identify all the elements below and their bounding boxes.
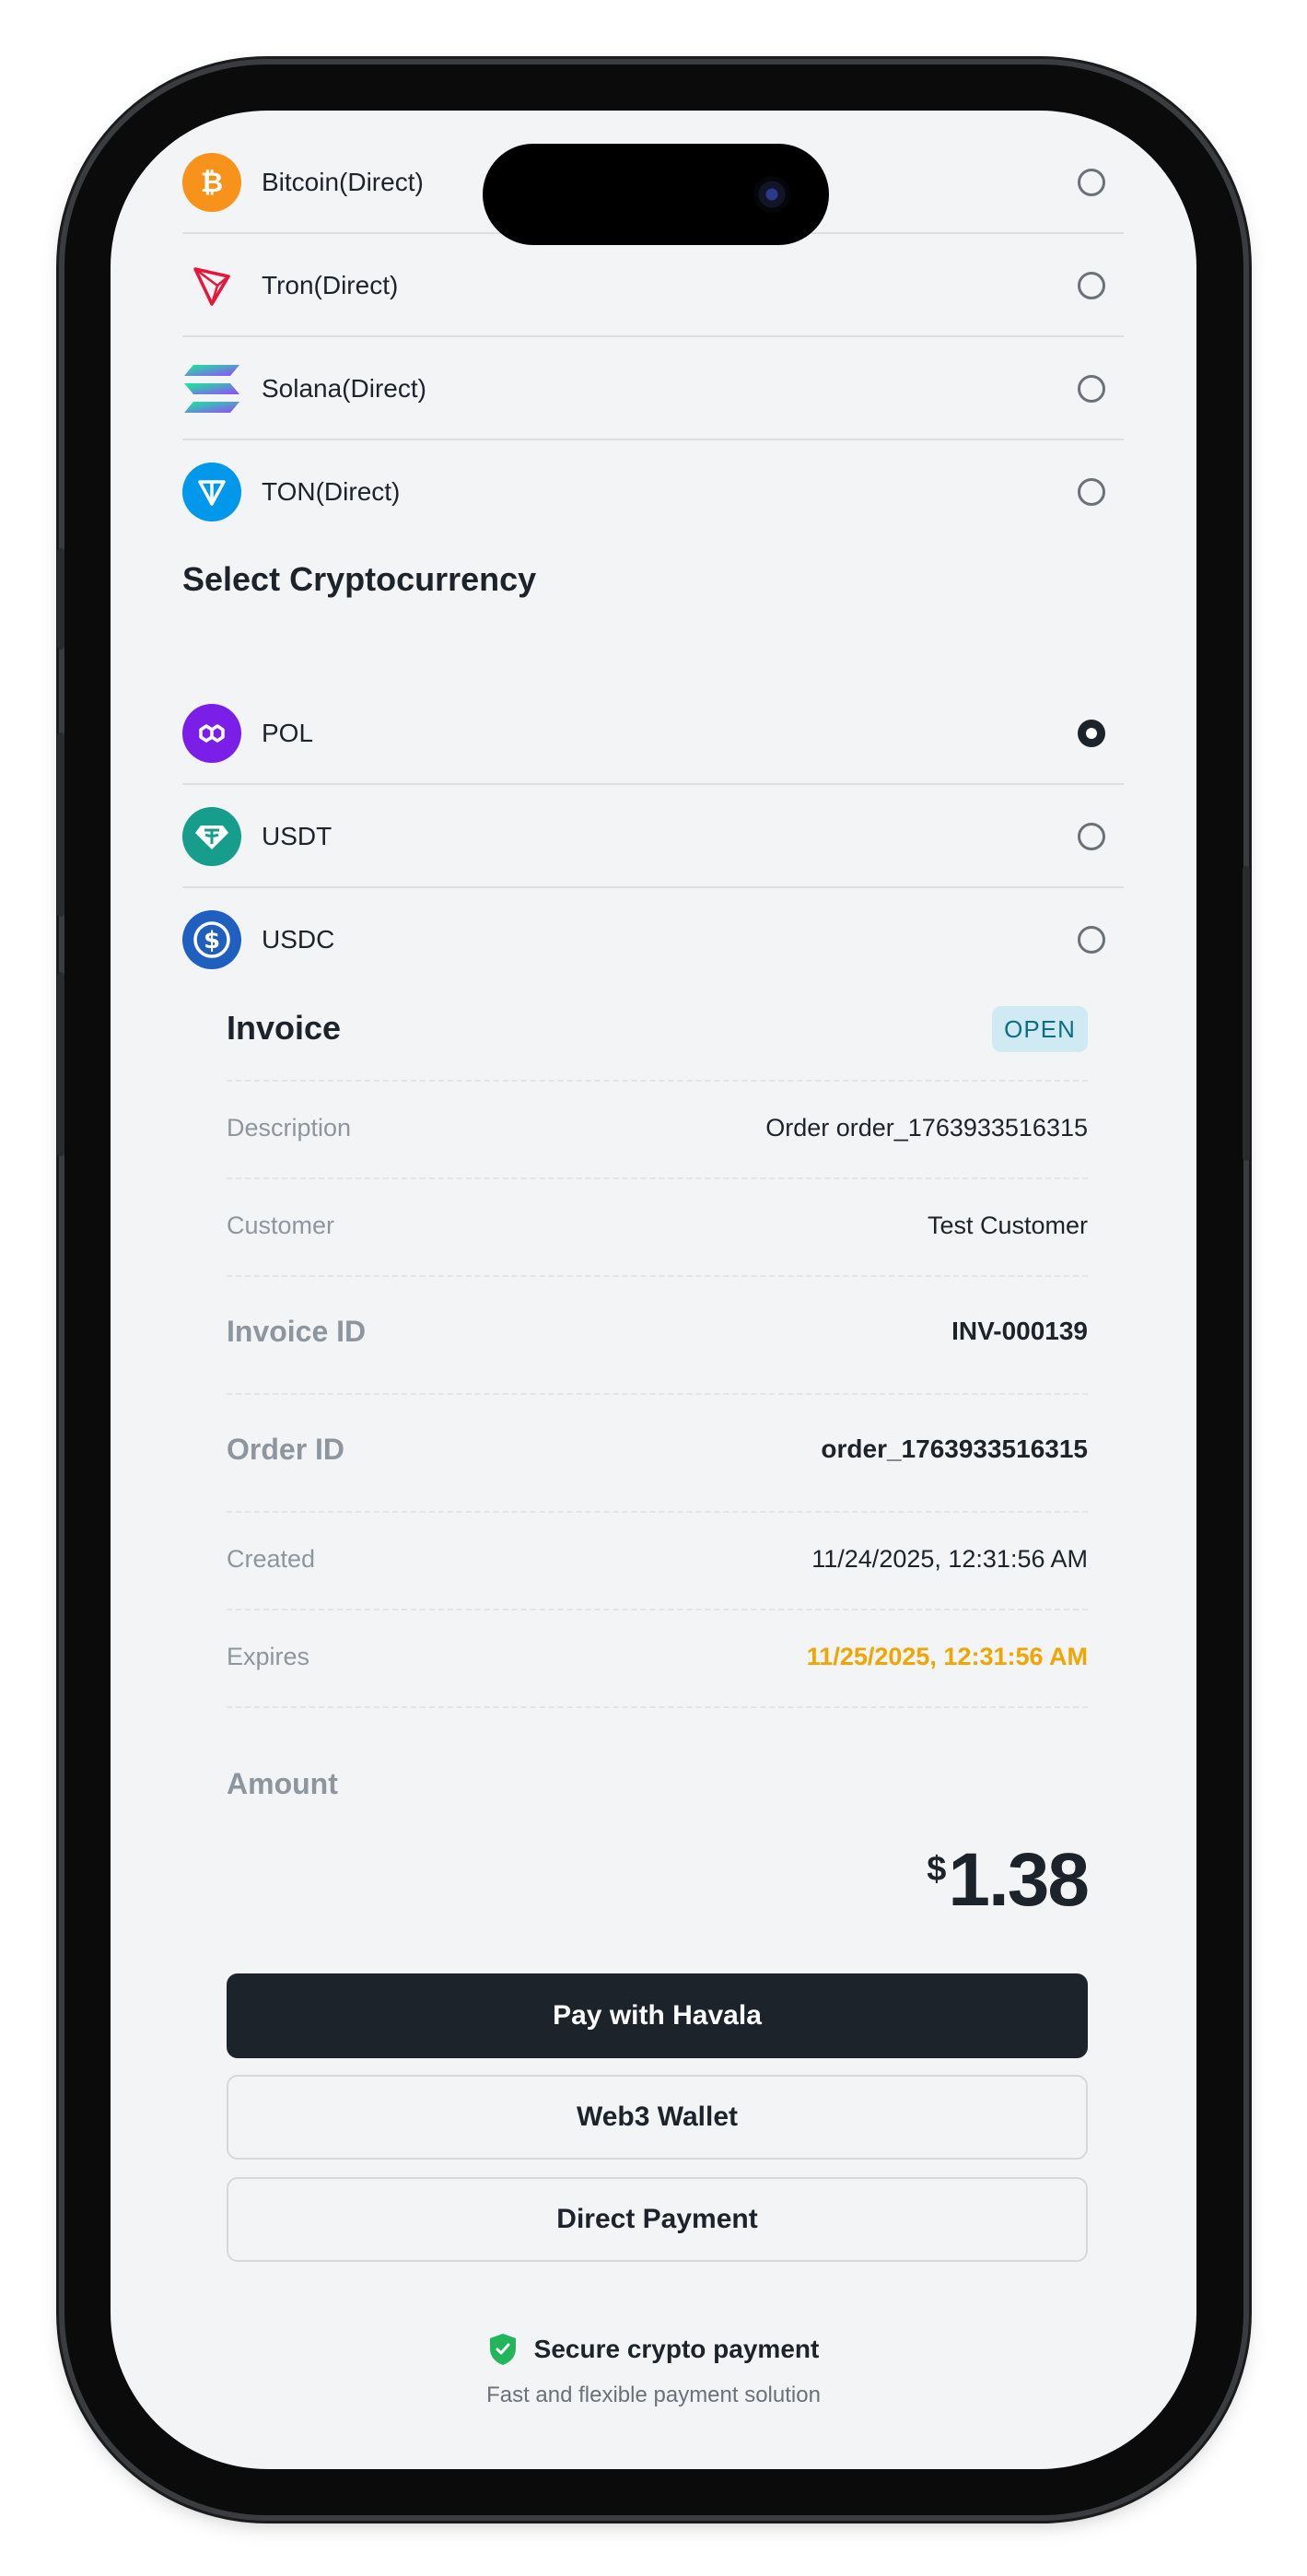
camera-icon <box>753 176 790 213</box>
expires-value: 11/25/2025, 12:31:56 AM <box>806 1642 1088 1670</box>
amount-currency: $ <box>927 1850 947 1889</box>
invoice-created-row: Created 11/24/2025, 12:31:56 AM <box>227 1540 1088 1577</box>
currency-option-pol[interactable]: POL <box>182 682 1124 785</box>
shield-check-icon <box>489 2334 516 2365</box>
tagline: Fast and flexible payment solution <box>486 2383 821 2407</box>
svg-text:₿: ₿ <box>201 167 223 199</box>
expires-label: Expires <box>227 1642 310 1670</box>
created-value: 11/24/2025, 12:31:56 AM <box>811 1544 1088 1573</box>
radio-button[interactable] <box>1078 375 1105 403</box>
divider <box>227 1177 1088 1179</box>
usdc-icon: $ <box>182 910 241 969</box>
currency-label: USDT <box>262 822 333 850</box>
amount-label: Amount <box>227 1767 338 1800</box>
currency-label: USDC <box>262 925 335 954</box>
amount-display: $ 1.38 <box>927 1838 1090 1922</box>
volume-down-button <box>57 972 64 1156</box>
network-option-solana[interactable]: Solana(Direct) <box>182 337 1124 440</box>
ton-icon <box>182 463 241 521</box>
customer-value: Test Customer <box>927 1211 1088 1239</box>
radio-button[interactable] <box>1078 926 1105 954</box>
amount-value: 1.38 <box>948 1838 1090 1922</box>
divider <box>227 1609 1088 1610</box>
radio-button-selected[interactable] <box>1078 720 1105 747</box>
invoice-customer-row: Customer Test Customer <box>227 1207 1088 1244</box>
invoice-id-label: Invoice ID <box>227 1314 367 1348</box>
action-button <box>57 548 64 650</box>
invoice-expires-row: Expires 11/25/2025, 12:31:56 AM <box>227 1638 1088 1675</box>
status-badge: OPEN <box>992 1006 1088 1052</box>
customer-label: Customer <box>227 1211 335 1239</box>
radio-button[interactable] <box>1078 272 1105 299</box>
created-label: Created <box>227 1544 316 1573</box>
svg-text:$: $ <box>204 927 220 954</box>
volume-up-button <box>57 732 64 917</box>
invoice-title: Invoice <box>227 1009 342 1047</box>
secure-text: Secure crypto payment <box>533 2335 820 2363</box>
bitcoin-icon: ₿ <box>182 153 241 212</box>
network-label: Tron(Direct) <box>262 271 399 299</box>
power-button <box>1243 866 1250 1161</box>
divider <box>227 1080 1088 1082</box>
radio-button[interactable] <box>1078 478 1105 506</box>
phone-screen: ₿ Bitcoin(Direct) Tron(Direct) Solana(Di… <box>111 111 1196 2469</box>
radio-button[interactable] <box>1078 169 1105 196</box>
polygon-icon <box>182 704 241 763</box>
tron-icon <box>182 256 241 315</box>
network-option-tron[interactable]: Tron(Direct) <box>182 234 1124 337</box>
currency-option-usdc[interactable]: $ USDC <box>182 888 1124 991</box>
order-id-value: order_1763933516315 <box>821 1434 1088 1463</box>
divider <box>227 1275 1088 1277</box>
tether-icon <box>182 807 241 866</box>
pay-with-havala-button[interactable]: Pay with Havala <box>227 1973 1088 2058</box>
direct-payment-button[interactable]: Direct Payment <box>227 2177 1088 2262</box>
divider <box>227 1706 1088 1708</box>
section-title: Select Cryptocurrency <box>182 560 537 598</box>
description-label: Description <box>227 1113 352 1142</box>
secure-payment-note: Secure crypto payment <box>111 2333 1196 2366</box>
currency-option-usdt[interactable]: USDT <box>182 785 1124 888</box>
invoice-id-value: INV-000139 <box>951 1317 1088 1345</box>
invoice-id-row: Invoice ID INV-000139 <box>227 1310 1088 1352</box>
network-option-ton[interactable]: TON(Direct) <box>182 440 1124 544</box>
network-label: TON(Direct) <box>262 477 401 506</box>
order-id-label: Order ID <box>227 1432 345 1466</box>
divider <box>227 1511 1088 1513</box>
network-label: Solana(Direct) <box>262 374 426 403</box>
currency-label: POL <box>262 719 314 747</box>
description-value: Order order_1763933516315 <box>765 1113 1088 1142</box>
radio-button[interactable] <box>1078 823 1105 850</box>
divider <box>227 1393 1088 1395</box>
payment-page: ₿ Bitcoin(Direct) Tron(Direct) Solana(Di… <box>111 111 1196 2469</box>
web3-wallet-button[interactable]: Web3 Wallet <box>227 2075 1088 2160</box>
order-id-row: Order ID order_1763933516315 <box>227 1428 1088 1470</box>
invoice-description-row: Description Order order_1763933516315 <box>227 1109 1088 1146</box>
solana-icon <box>182 359 241 418</box>
